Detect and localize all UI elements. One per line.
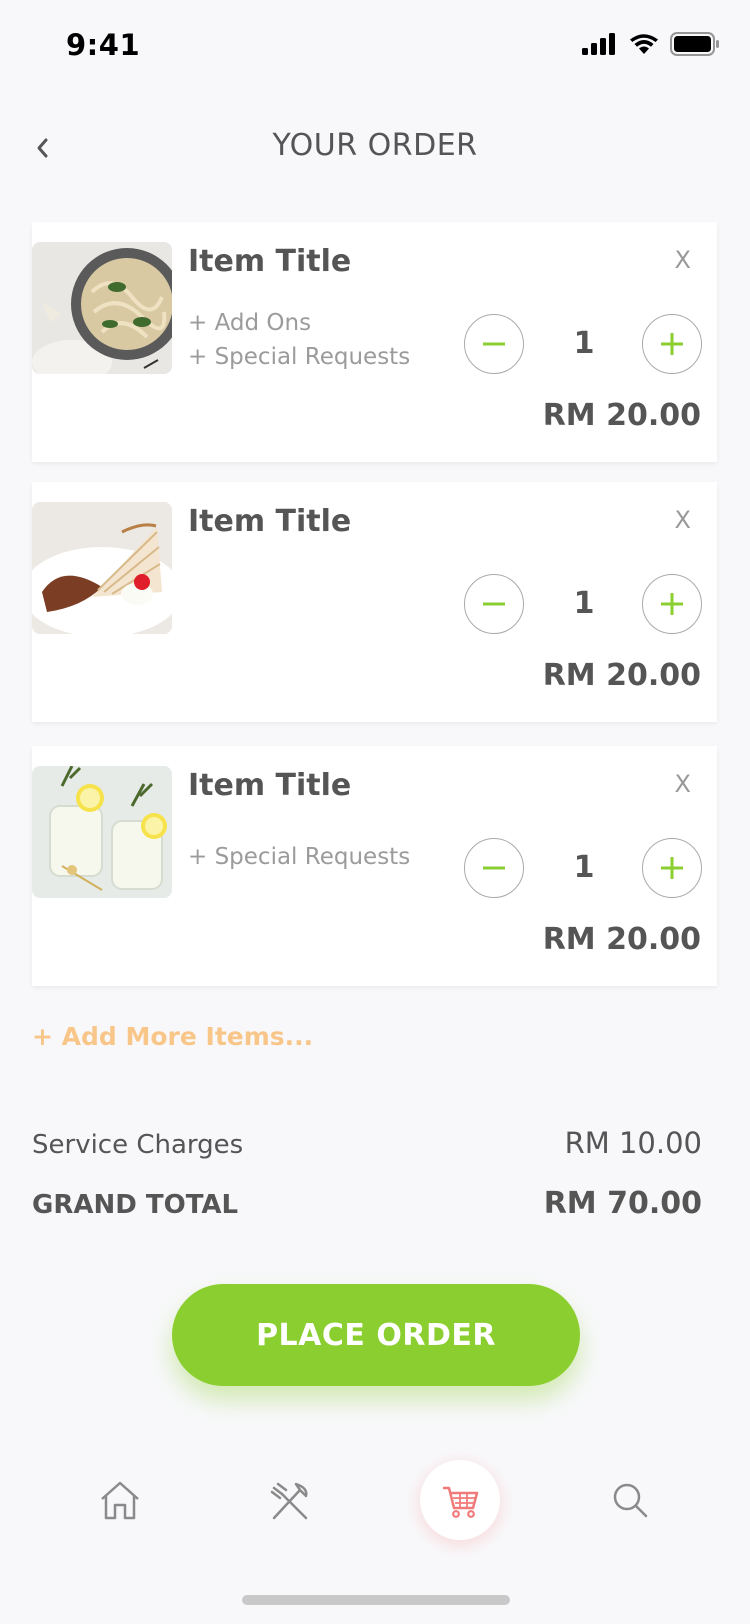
minus-icon (483, 866, 505, 870)
plus-icon (661, 333, 683, 355)
quantity-value: 1 (573, 326, 595, 361)
order-item-card: Item Title + Special Requests X 1 RM 20.… (32, 746, 717, 986)
add-ons-link[interactable]: + Add Ons (188, 310, 311, 336)
grand-total-label: GRAND TOTAL (32, 1190, 239, 1220)
increase-quantity-button[interactable] (642, 838, 702, 898)
increase-quantity-button[interactable] (642, 314, 702, 374)
tab-cart[interactable] (420, 1460, 500, 1540)
decrease-quantity-button[interactable] (464, 574, 524, 634)
item-price: RM 20.00 (542, 922, 701, 957)
special-requests-link[interactable]: + Special Requests (188, 844, 410, 870)
item-image-lemonade (32, 766, 172, 898)
tab-home[interactable] (80, 1460, 160, 1540)
fork-knife-icon (270, 1482, 308, 1520)
item-title: Item Title (188, 504, 352, 539)
remove-item-button[interactable]: X (675, 506, 691, 534)
item-image-pasta (32, 242, 172, 374)
cart-icon (443, 1486, 479, 1518)
place-order-button[interactable]: PLACE ORDER (172, 1284, 580, 1386)
header: YOUR ORDER (0, 110, 750, 190)
decrease-quantity-button[interactable] (464, 314, 524, 374)
status-bar: 9:41 (0, 0, 750, 94)
tab-menu[interactable] (250, 1460, 330, 1540)
plus-icon (661, 593, 683, 615)
home-indicator[interactable] (242, 1595, 510, 1605)
decrease-quantity-button[interactable] (464, 838, 524, 898)
item-title: Item Title (188, 768, 352, 803)
order-item-card: Item Title + Add Ons + Special Requests … (32, 222, 717, 462)
page-title: YOUR ORDER (272, 128, 478, 163)
special-requests-link[interactable]: + Special Requests (188, 344, 410, 370)
increase-quantity-button[interactable] (642, 574, 702, 634)
tab-search[interactable] (590, 1460, 670, 1540)
plus-icon (661, 857, 683, 879)
quantity-value: 1 (573, 586, 595, 621)
wifi-icon (630, 34, 658, 54)
battery-icon (670, 32, 719, 56)
tab-bar (0, 1460, 750, 1550)
grand-total-value: RM 70.00 (543, 1186, 702, 1221)
minus-icon (483, 342, 505, 346)
item-price: RM 20.00 (542, 658, 701, 693)
home-icon (101, 1481, 139, 1520)
cart-active-indicator (420, 1460, 500, 1540)
order-item-card: Item Title X 1 RM 20.00 (32, 482, 717, 722)
status-time: 9:41 (66, 28, 141, 62)
service-charges-label: Service Charges (32, 1130, 244, 1160)
remove-item-button[interactable]: X (675, 246, 691, 274)
service-charges-value: RM 10.00 (564, 1126, 702, 1160)
item-price: RM 20.00 (542, 398, 701, 433)
quantity-value: 1 (573, 850, 595, 885)
search-icon (613, 1483, 648, 1518)
remove-item-button[interactable]: X (675, 770, 691, 798)
status-icons (582, 32, 720, 56)
item-title: Item Title (188, 244, 352, 279)
add-more-items-link[interactable]: + Add More Items... (32, 1022, 313, 1051)
item-image-cake (32, 502, 172, 634)
minus-icon (483, 602, 505, 606)
signal-icon (582, 33, 615, 55)
